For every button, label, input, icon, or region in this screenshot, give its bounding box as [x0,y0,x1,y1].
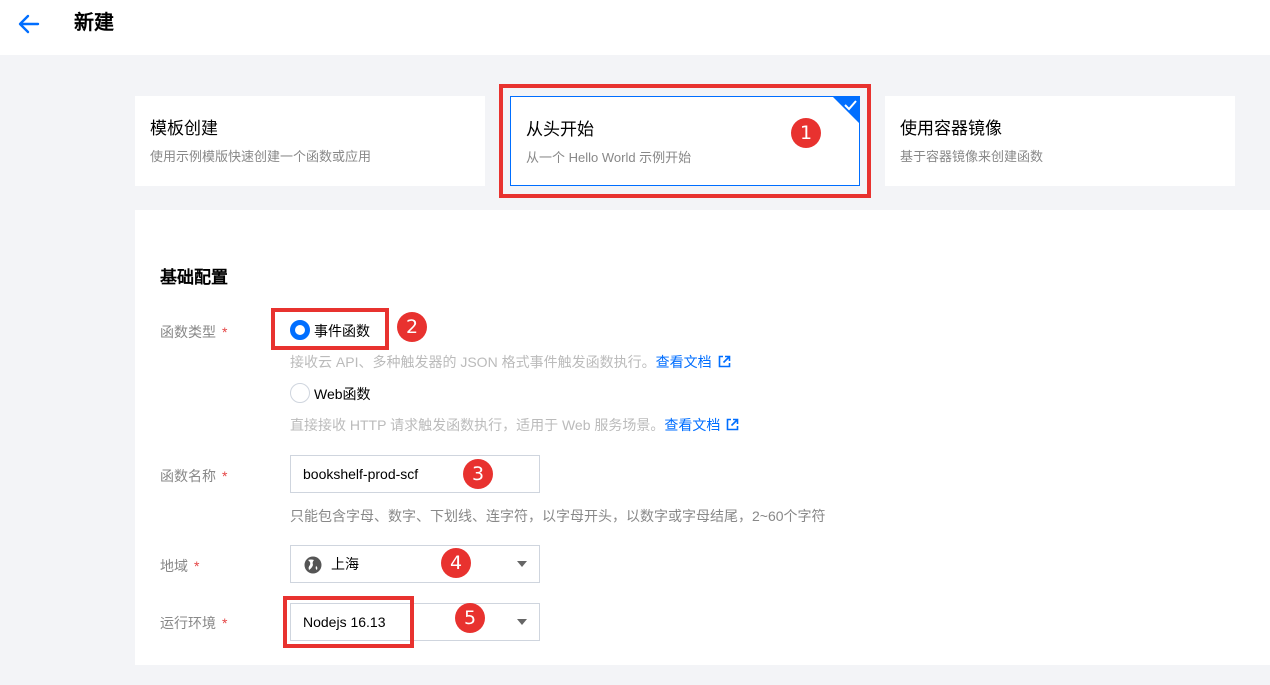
card-desc: 使用示例模版快速创建一个函数或应用 [150,149,372,164]
card-desc: 基于容器镜像来创建函数 [900,149,1044,164]
globe-icon [304,556,322,574]
selected-check-icon [833,97,859,123]
annotation-badge-1: 1 [791,118,821,148]
doc-link-web[interactable]: 查看文档 [664,417,739,433]
annotation-badge-2: 2 [397,312,427,342]
card-container-image[interactable]: 使用容器镜像 基于容器镜像来创建函数 [885,96,1235,186]
required-mark: * [194,558,200,574]
runtime-value: Nodejs 16.13 [303,614,386,630]
runtime-label: 运行环境 * [160,613,227,633]
region-select[interactable]: 上海 [290,545,540,583]
hint-text: 接收云 API、多种触发器的 JSON 格式事件触发函数执行。 [290,354,656,370]
event-function-hint: 接收云 API、多种触发器的 JSON 格式事件触发函数执行。查看文档 [290,352,731,372]
chevron-down-icon [517,619,527,625]
doc-link-event[interactable]: 查看文档 [656,354,731,370]
annotation-badge-3: 3 [463,459,493,489]
external-link-icon [718,355,730,368]
annotation-badge-5: 5 [455,603,485,633]
required-mark: * [222,615,228,631]
link-text: 查看文档 [664,417,721,433]
label-text: 函数名称 [160,468,216,484]
link-text: 查看文档 [655,354,712,370]
section-title: 基础配置 [160,268,228,287]
external-link-icon [727,418,739,431]
top-bar: 新建 [0,0,1270,55]
radio-web-function[interactable] [290,383,310,403]
page-title: 新建 [74,12,114,34]
card-title: 模板创建 [150,119,218,138]
function-type-label: 函数类型 * [160,322,227,342]
web-function-hint: 直接接收 HTTP 请求触发函数执行，适用于 Web 服务场景。查看文档 [290,415,739,435]
label-text: 地域 [160,558,188,574]
label-text: 运行环境 [160,615,216,631]
function-name-input[interactable]: bookshelf-prod-scf [290,455,540,493]
card-desc: 从一个 Hello World 示例开始 [526,150,692,165]
card-template-create[interactable]: 模板创建 使用示例模版快速创建一个函数或应用 [135,96,485,186]
region-label: 地域 * [160,556,199,576]
required-mark: * [222,324,228,340]
region-value: 上海 [331,556,359,572]
radio-event-function[interactable] [290,320,310,340]
back-arrow-icon[interactable] [16,12,42,36]
function-name-label: 函数名称 * [160,466,227,486]
radio-label-event-function: 事件函数 [314,323,370,339]
chevron-down-icon [517,561,527,567]
basic-config-panel [135,210,1270,665]
function-name-hint: 只能包含字母、数字、下划线、连字符，以字母开头，以数字或字母结尾，2~60个字符 [290,508,826,524]
card-title: 使用容器镜像 [900,119,1002,138]
radio-label-web-function: Web函数 [314,386,371,402]
hint-text: 直接接收 HTTP 请求触发函数执行，适用于 Web 服务场景。 [290,417,665,433]
label-text: 函数类型 [160,324,216,340]
annotation-badge-4: 4 [441,548,471,578]
required-mark: * [222,468,228,484]
runtime-select[interactable]: Nodejs 16.13 [290,603,540,641]
